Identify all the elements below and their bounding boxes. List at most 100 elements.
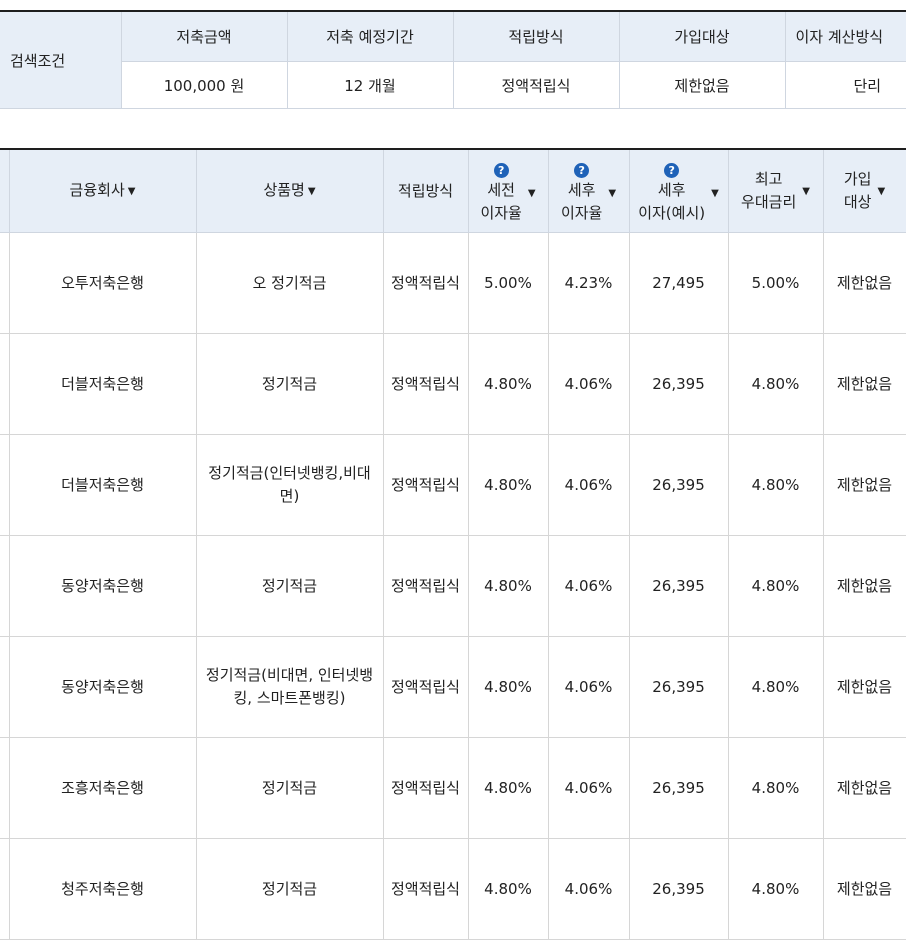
header-method-label: 적립방식 bbox=[397, 181, 454, 200]
row-spacer bbox=[0, 434, 10, 536]
method-cell: 정액적립식 bbox=[383, 535, 469, 637]
results-header-row: 금융회사 ▼ 상품명 ▼ 적립방식 ? 세전 이자율 ▼ ? 세후 이자율 ▼ … bbox=[0, 149, 906, 233]
question-icon[interactable]: ? bbox=[574, 162, 590, 178]
sort-down-icon: ▼ bbox=[307, 186, 316, 197]
sort-max-rate-header[interactable]: 최고 우대금리 ▼ bbox=[728, 149, 824, 233]
results-table: 금융회사 ▼ 상품명 ▼ 적립방식 ? 세전 이자율 ▼ ? 세후 이자율 ▼ … bbox=[0, 148, 906, 940]
pretax-rate-cell: 4.80% bbox=[468, 434, 549, 536]
pretax-rate-cell: 4.80% bbox=[468, 535, 549, 637]
target-cell: 제한없음 bbox=[823, 333, 906, 435]
method-cell: 정액적립식 bbox=[383, 333, 469, 435]
sort-target-header[interactable]: 가입 대상 ▼ bbox=[823, 149, 906, 233]
max-rate-cell: 4.80% bbox=[728, 838, 824, 940]
search-condition-table: 검색조건 저축금액 저축 예정기간 적립방식 가입대상 이자 계산방식 100,… bbox=[0, 10, 906, 109]
max-rate-cell: 4.80% bbox=[728, 535, 824, 637]
sort-pretax-rate-header[interactable]: ? 세전 이자율 ▼ bbox=[468, 149, 549, 233]
result-row[interactable]: 조흥저축은행 정기적금 정액적립식 4.80% 4.06% 26,395 4.8… bbox=[0, 737, 906, 839]
interest-cell: 26,395 bbox=[629, 838, 729, 940]
sort-down-icon: ▼ bbox=[877, 185, 886, 197]
header-pretax-line1: 세전 bbox=[487, 180, 515, 199]
sort-company-header[interactable]: 금융회사 ▼ bbox=[9, 149, 197, 233]
condition-value-method: 정액적립식 bbox=[453, 61, 620, 109]
product-name-cell[interactable]: 오 정기적금 bbox=[196, 232, 384, 334]
company-name-cell[interactable]: 청주저축은행 bbox=[9, 838, 197, 940]
search-condition-label: 검색조건 bbox=[0, 11, 122, 109]
product-name-cell[interactable]: 정기적금 bbox=[196, 737, 384, 839]
result-row[interactable]: 동양저축은행 정기적금 정액적립식 4.80% 4.06% 26,395 4.8… bbox=[0, 535, 906, 637]
sort-down-icon: ▼ bbox=[711, 188, 719, 199]
company-name-cell[interactable]: 동양저축은행 bbox=[9, 535, 197, 637]
company-name-cell[interactable]: 오투저축은행 bbox=[9, 232, 197, 334]
target-cell: 제한없음 bbox=[823, 737, 906, 839]
sort-down-icon: ▼ bbox=[802, 185, 810, 197]
header-spacer bbox=[0, 149, 10, 233]
method-cell: 정액적립식 bbox=[383, 737, 469, 839]
header-max-line2: 우대금리 bbox=[741, 193, 797, 211]
method-cell: 정액적립식 bbox=[383, 232, 469, 334]
header-target-line1: 가입 bbox=[843, 170, 872, 188]
result-row[interactable]: 더블저축은행 정기적금 정액적립식 4.80% 4.06% 26,395 4.8… bbox=[0, 333, 906, 435]
company-name-cell[interactable]: 더블저축은행 bbox=[9, 333, 197, 435]
header-interest-line1: 세후 bbox=[657, 180, 686, 199]
pretax-header-stack: ? 세전 이자율 ▼ bbox=[480, 162, 536, 225]
sort-product-header[interactable]: 상품명 ▼ bbox=[196, 149, 384, 233]
question-icon[interactable]: ? bbox=[493, 162, 509, 178]
row-spacer bbox=[0, 838, 10, 940]
interest-cell: 26,395 bbox=[629, 636, 729, 738]
row-spacer bbox=[0, 636, 10, 738]
result-row[interactable]: 오투저축은행 오 정기적금 정액적립식 5.00% 4.23% 27,495 5… bbox=[0, 232, 906, 334]
pretax-rate-cell: 4.80% bbox=[468, 737, 549, 839]
max-rate-cell: 4.80% bbox=[728, 434, 824, 536]
header-posttax-line1: 세후 bbox=[567, 180, 596, 199]
sort-down-icon: ▼ bbox=[527, 188, 536, 199]
sort-posttax-rate-header[interactable]: ? 세후 이자율 ▼ bbox=[548, 149, 630, 233]
company-name-cell[interactable]: 조흥저축은행 bbox=[9, 737, 197, 839]
condition-header-method: 적립방식 bbox=[453, 11, 620, 62]
pretax-rate-cell: 4.80% bbox=[468, 838, 549, 940]
product-name-cell[interactable]: 정기적금(비대면, 인터넷뱅킹, 스마트폰뱅킹) bbox=[196, 636, 384, 738]
pretax-rate-cell: 4.80% bbox=[468, 636, 549, 738]
target-cell: 제한없음 bbox=[823, 232, 906, 334]
max-rate-header-stack: 최고 우대금리 ▼ bbox=[741, 168, 810, 214]
result-row[interactable]: 동양저축은행 정기적금(비대면, 인터넷뱅킹, 스마트폰뱅킹) 정액적립식 4.… bbox=[0, 636, 906, 738]
max-rate-cell: 4.80% bbox=[728, 333, 824, 435]
product-name-cell[interactable]: 정기적금 bbox=[196, 838, 384, 940]
header-max-line1: 최고 bbox=[754, 170, 783, 188]
header-interest-line2: 이자(예시) bbox=[638, 203, 706, 222]
sort-interest-header[interactable]: ? 세후 이자(예시) ▼ bbox=[629, 149, 729, 233]
interest-cell: 26,395 bbox=[629, 434, 729, 536]
header-method: 적립방식 bbox=[383, 149, 469, 233]
posttax-rate-cell: 4.06% bbox=[548, 636, 630, 738]
row-spacer bbox=[0, 535, 10, 637]
company-name-cell[interactable]: 더블저축은행 bbox=[9, 434, 197, 536]
product-name-cell[interactable]: 정기적금 bbox=[196, 333, 384, 435]
result-row[interactable]: 더블저축은행 정기적금(인터넷뱅킹,비대면) 정액적립식 4.80% 4.06%… bbox=[0, 434, 906, 536]
pretax-header-text: ? 세전 이자율 bbox=[480, 162, 522, 225]
result-row[interactable]: 청주저축은행 정기적금 정액적립식 4.80% 4.06% 26,395 4.8… bbox=[0, 838, 906, 940]
target-header-text: 가입 대상 bbox=[844, 168, 872, 214]
question-icon[interactable]: ? bbox=[664, 162, 680, 178]
header-target-line2: 대상 bbox=[843, 193, 872, 211]
condition-value-amount: 100,000 원 bbox=[121, 61, 288, 109]
row-spacer bbox=[0, 232, 10, 334]
product-name-cell[interactable]: 정기적금 bbox=[196, 535, 384, 637]
target-cell: 제한없음 bbox=[823, 636, 906, 738]
product-name-cell[interactable]: 정기적금(인터넷뱅킹,비대면) bbox=[196, 434, 384, 536]
interest-cell: 26,395 bbox=[629, 333, 729, 435]
method-cell: 정액적립식 bbox=[383, 838, 469, 940]
method-cell: 정액적립식 bbox=[383, 636, 469, 738]
interest-cell: 27,495 bbox=[629, 232, 729, 334]
company-name-cell[interactable]: 동양저축은행 bbox=[9, 636, 197, 738]
pretax-rate-cell: 5.00% bbox=[468, 232, 549, 334]
condition-value-period: 12 개월 bbox=[287, 61, 454, 109]
max-rate-cell: 5.00% bbox=[728, 232, 824, 334]
posttax-header-text: ? 세후 이자율 bbox=[560, 162, 603, 225]
header-company-label: 금융회사 bbox=[69, 181, 125, 199]
max-rate-cell: 4.80% bbox=[728, 636, 824, 738]
target-cell: 제한없음 bbox=[823, 838, 906, 940]
header-product-label: 상품명 bbox=[263, 181, 305, 199]
interest-cell: 26,395 bbox=[629, 737, 729, 839]
posttax-rate-cell: 4.06% bbox=[548, 434, 630, 536]
pretax-rate-cell: 4.80% bbox=[468, 333, 549, 435]
header-posttax-line2: 이자율 bbox=[560, 203, 603, 222]
